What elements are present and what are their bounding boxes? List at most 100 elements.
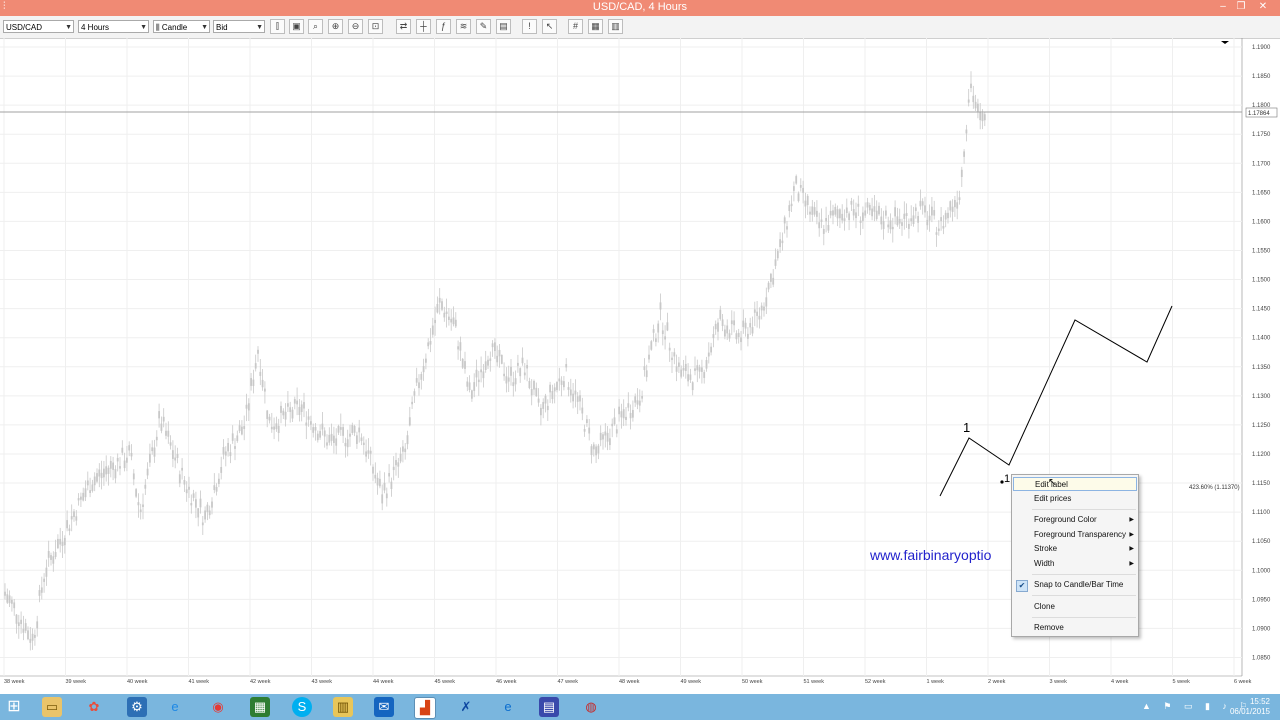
template-icon[interactable]: ▤	[496, 19, 511, 34]
candle-body	[774, 259, 777, 266]
candle-body	[153, 447, 156, 457]
ie-icon[interactable]: e	[498, 697, 518, 717]
menu-item-foreground-color[interactable]: Foreground Color ▶	[1013, 513, 1137, 527]
skype-icon[interactable]: S	[292, 697, 312, 717]
crosshair-icon[interactable]: ┼	[416, 19, 431, 34]
windows-start-icon[interactable]: ⊞	[4, 697, 24, 717]
zoom-icon[interactable]: ⌕	[308, 19, 323, 34]
candle-body	[100, 472, 103, 479]
grid-icon[interactable]: #	[568, 19, 583, 34]
timeframe-select[interactable]: 4 Hours ▼	[78, 20, 149, 33]
chrome-icon[interactable]: ◉	[208, 697, 228, 717]
scroll-icon[interactable]: ⇄	[396, 19, 411, 34]
candle-body	[664, 336, 666, 340]
symbol-select[interactable]: USD/CAD ▼	[3, 20, 74, 33]
x-app-icon[interactable]: ✗	[456, 697, 476, 717]
candle-body	[565, 364, 568, 368]
internet-explorer-icon[interactable]: e	[165, 697, 185, 717]
mail-icon[interactable]: ✉	[374, 697, 394, 717]
candle-body	[379, 478, 381, 487]
price-tick-label: 1.1200	[1252, 452, 1271, 458]
bar-style-icon[interactable]: ⫿	[270, 19, 285, 34]
indicator-icon[interactable]: ƒ	[436, 19, 451, 34]
menu-item-foreground-transparency[interactable]: Foreground Transparency ▶	[1013, 528, 1137, 542]
price-tick-label: 1.1700	[1252, 161, 1271, 167]
candle-body	[563, 381, 565, 388]
chart-type-select[interactable]: ⫼ Candle ▼	[153, 20, 210, 33]
candle-body	[112, 462, 114, 470]
menu-item-clone[interactable]: Clone	[1013, 600, 1137, 614]
settings-icon[interactable]: ⚙	[127, 697, 147, 717]
candle-body	[526, 365, 528, 369]
media-icon[interactable]: ◍	[581, 697, 601, 717]
menu-item-snap[interactable]: ✔ Snap to Candle/Bar Time	[1013, 578, 1137, 592]
cursor-icon[interactable]: ↖	[542, 19, 557, 34]
candle-body	[905, 213, 908, 217]
candle-body	[59, 538, 62, 545]
candle-body	[326, 442, 328, 446]
clock[interactable]: 15:52 06/01/2015	[1230, 697, 1270, 717]
studies-icon[interactable]: ≋	[456, 19, 471, 34]
candle-body	[977, 103, 979, 112]
candle-body	[712, 334, 715, 339]
close-icon[interactable]: ✕	[1254, 0, 1272, 16]
candle-body	[747, 333, 749, 339]
candle-body	[139, 509, 142, 513]
price-type-select[interactable]: Bid ▼	[213, 20, 265, 33]
archive-icon[interactable]: ▥	[333, 697, 353, 717]
candle-body	[703, 372, 706, 378]
candle-body	[857, 203, 860, 207]
candle-body	[374, 474, 377, 479]
layout-icon[interactable]: ▥	[608, 19, 623, 34]
menu-item-edit-prices[interactable]: Edit prices	[1013, 492, 1137, 506]
zoom-in-icon[interactable]: ⊕	[328, 19, 343, 34]
menu-label: Snap to Candle/Bar Time	[1034, 580, 1124, 589]
candle-body	[236, 435, 239, 441]
alert-icon[interactable]: !	[522, 19, 537, 34]
candle-body	[367, 450, 370, 454]
candle-body	[190, 503, 193, 506]
app-flower-icon[interactable]: ✿	[84, 697, 104, 717]
restore-icon[interactable]: ❐	[1232, 0, 1250, 16]
candle-body	[452, 317, 455, 325]
file-explorer-icon[interactable]: ▭	[42, 697, 62, 717]
candle-body	[779, 239, 781, 248]
candle-body	[116, 457, 119, 462]
save-icon[interactable]: ▦	[588, 19, 603, 34]
minimize-icon[interactable]: ‒	[1214, 0, 1232, 16]
week-tick-label: 4 week	[1111, 679, 1129, 685]
candle-body	[813, 207, 816, 215]
candle-body	[167, 430, 170, 437]
zoom-out-icon[interactable]: ⊖	[348, 19, 363, 34]
excel-icon[interactable]: ▦	[250, 697, 270, 717]
menu-item-remove[interactable]: Remove	[1013, 621, 1137, 635]
candle-body	[107, 467, 110, 474]
lock-icon[interactable]: ▣	[289, 19, 304, 34]
candle-body	[328, 434, 331, 443]
candle-body	[942, 226, 945, 229]
calendar-icon[interactable]: ▤	[539, 697, 559, 717]
candle-body	[91, 484, 94, 491]
zoom-fit-icon[interactable]: ⊡	[368, 19, 383, 34]
candle-body	[871, 208, 873, 217]
trading-app-icon[interactable]: ▟	[414, 697, 436, 719]
candle-body	[714, 323, 717, 330]
week-tick-label: 1 week	[927, 679, 945, 685]
candle-body	[471, 390, 473, 399]
candle-body	[760, 305, 763, 311]
candle-body	[852, 209, 855, 216]
candle-body	[385, 493, 388, 499]
candle-body	[917, 216, 919, 223]
candle-body	[827, 225, 830, 231]
menu-item-stroke[interactable]: Stroke ▶	[1013, 542, 1137, 556]
window-title: USD/CAD, 4 Hours	[592, 1, 688, 13]
menu-item-width[interactable]: Width ▶	[1013, 557, 1137, 571]
current-price-label: 1.17864	[1248, 111, 1270, 117]
candle-body	[781, 240, 784, 244]
candle-body	[224, 451, 227, 456]
tools-icon[interactable]: ✎	[476, 19, 491, 34]
candle-body	[910, 218, 913, 222]
candle-body	[926, 219, 929, 226]
menu-item-edit-label[interactable]: Edit label	[1013, 477, 1137, 491]
candle-body	[146, 468, 149, 476]
